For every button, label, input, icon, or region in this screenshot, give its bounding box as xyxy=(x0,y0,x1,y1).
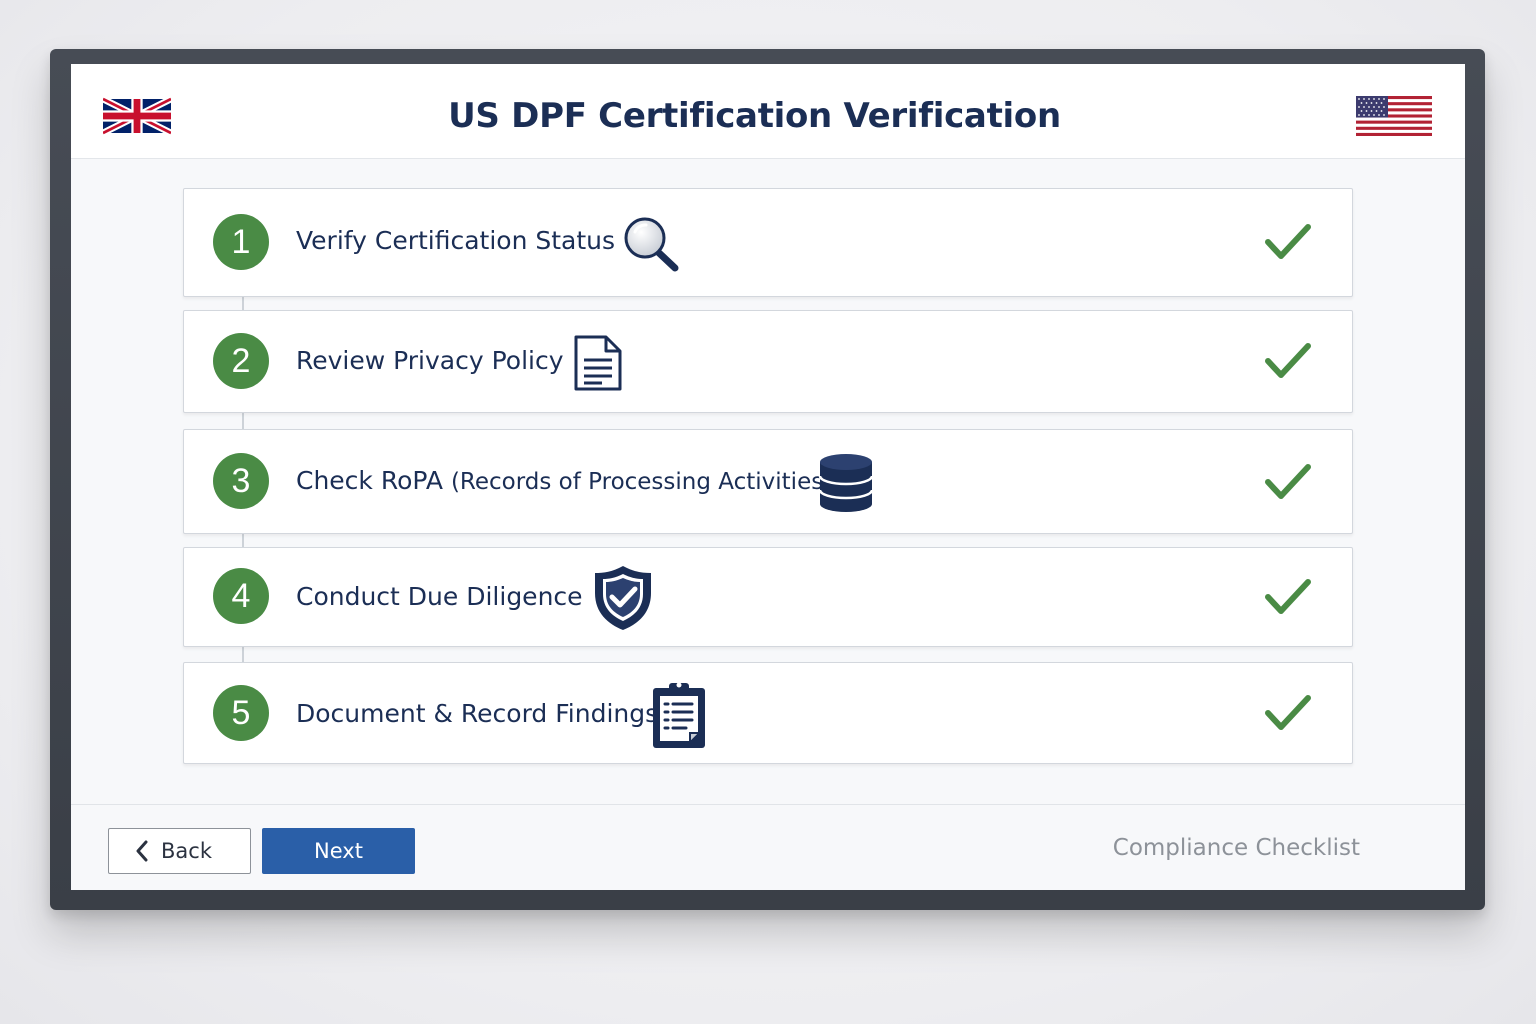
magnifier-icon xyxy=(624,217,679,272)
step-number: 3 xyxy=(213,453,269,509)
step-label: Document & Record Findings xyxy=(296,699,659,728)
check-icon xyxy=(1265,343,1311,378)
step-number: 1 xyxy=(213,214,269,270)
back-button-label: Back xyxy=(161,839,212,863)
clipboard-icon xyxy=(653,682,705,748)
check-icon xyxy=(1265,695,1311,730)
shield-check-icon xyxy=(595,566,651,630)
step-verify-certification[interactable]: 1 Verify Certification Status xyxy=(183,188,1353,297)
us-flag-icon xyxy=(1356,96,1432,136)
compliance-checklist-label: Compliance Checklist xyxy=(1112,835,1360,861)
step-number: 4 xyxy=(213,568,269,624)
header: US DPF Certification Verification xyxy=(71,64,1465,159)
check-icon xyxy=(1265,464,1311,499)
check-icon xyxy=(1265,579,1311,614)
chevron-left-icon xyxy=(136,840,148,862)
step-label: Verify Certification Status xyxy=(296,226,616,255)
step-document-record-findings[interactable]: 5 Document & Record Findings xyxy=(183,662,1353,764)
next-button[interactable]: Next xyxy=(262,828,415,874)
database-icon xyxy=(818,454,874,512)
step-check-ropa[interactable]: 3 Check RoPA (Records of Processing Acti… xyxy=(183,429,1353,534)
step-label: Conduct Due Diligence xyxy=(296,582,583,611)
app-screen: US DPF Certification Verification 1 Veri… xyxy=(71,64,1465,890)
check-icon xyxy=(1265,224,1311,259)
step-label: Check RoPA (Records of Processing Activi… xyxy=(296,466,832,495)
step-label: Review Privacy Policy xyxy=(296,346,564,375)
step-number: 2 xyxy=(213,333,269,389)
step-label-main: Check RoPA xyxy=(296,466,443,495)
step-review-privacy-policy[interactable]: 2 Review Privacy Policy xyxy=(183,310,1353,413)
step-conduct-due-diligence[interactable]: 4 Conduct Due Diligence xyxy=(183,547,1353,647)
step-label-detail: (Records of Processing Activities) xyxy=(450,469,833,495)
footer: Back Next Compliance Checklist xyxy=(71,804,1465,890)
back-button[interactable]: Back xyxy=(108,828,251,874)
document-icon xyxy=(574,335,622,391)
page-title: US DPF Certification Verification xyxy=(448,96,1061,136)
step-number: 5 xyxy=(213,685,269,741)
